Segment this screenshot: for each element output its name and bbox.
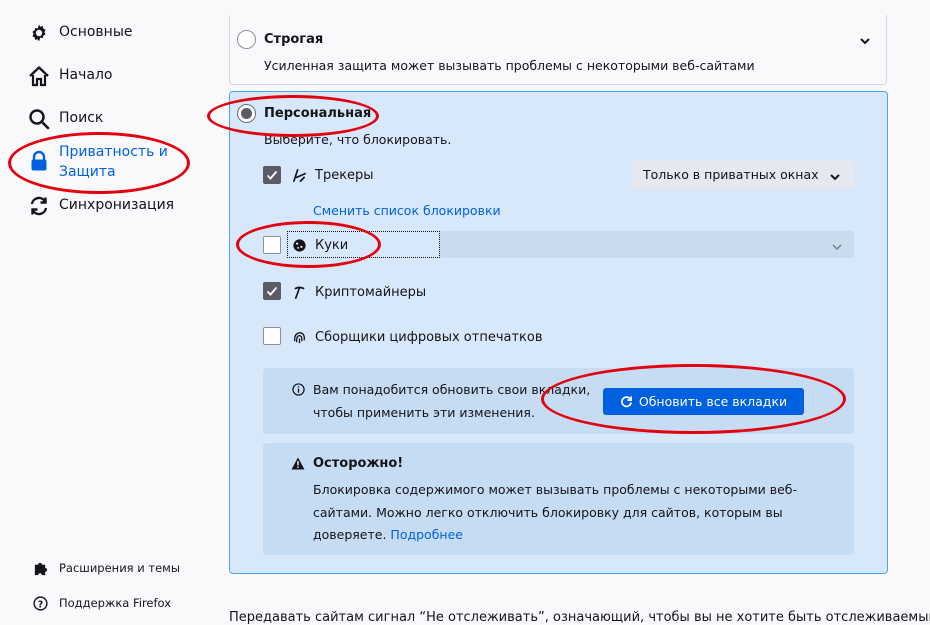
cookie-icon [291, 237, 307, 253]
cookies-label-row: Куки [291, 237, 348, 253]
strict-title: Строгая [264, 32, 324, 47]
info-icon [292, 383, 305, 400]
reload-icon [620, 395, 633, 408]
cookies-checkbox[interactable] [263, 236, 281, 254]
cryptominers-checkbox[interactable] [263, 282, 281, 300]
cryptominers-label: Криптомайнеры [315, 284, 427, 300]
chevron-down-icon[interactable] [860, 34, 870, 49]
pickaxe-icon [291, 284, 307, 300]
sidebar-footer-extensions[interactable]: Расширения и темы [32, 560, 180, 576]
lock-icon [28, 150, 50, 172]
chevron-down-icon [830, 169, 840, 184]
strict-radio[interactable] [237, 30, 256, 49]
cookies-label: Куки [315, 237, 349, 253]
chevron-down-icon [832, 240, 842, 255]
sidebar-item-label: Синхронизация [59, 197, 175, 213]
sidebar-item-search[interactable]: Поиск [28, 108, 103, 130]
fingerprinters-checkbox[interactable] [263, 327, 281, 345]
sidebar-footer-support[interactable]: ? Поддержка Firefox [32, 595, 171, 611]
custom-subtitle: Выберите, что блокировать. [264, 132, 452, 147]
sidebar-item-general[interactable]: Основные [28, 22, 133, 44]
sidebar-item-label: Начало [59, 67, 113, 83]
gear-icon [28, 22, 50, 44]
sidebar-item-sync[interactable]: Синхронизация [28, 195, 174, 217]
tracker-icon [291, 167, 307, 183]
search-icon [28, 108, 50, 130]
svg-text:?: ? [37, 599, 42, 610]
custom-title: Персональная [264, 106, 372, 121]
sidebar-item-label: Основные [59, 24, 133, 40]
warning-icon [291, 457, 305, 474]
strict-option-panel[interactable] [229, 15, 887, 85]
strict-description: Усиленная защита может вызывать проблемы… [264, 58, 755, 73]
cryptominers-label-row: Криптомайнеры [291, 284, 426, 300]
sync-icon [28, 195, 50, 217]
reload-notice-line1: Вам понадобится обновить свои вкладки, [313, 382, 591, 397]
fingerprinters-label-row: Сборщики цифровых отпечатков [291, 329, 543, 345]
warning-line3-row: доверяете. Подробнее [313, 524, 803, 547]
home-icon [28, 65, 50, 87]
change-blocklist-link[interactable]: Сменить список блокировки [313, 203, 501, 218]
custom-radio[interactable] [237, 104, 256, 123]
trackers-label: Трекеры [315, 167, 374, 183]
fingerprinters-label: Сборщики цифровых отпечатков [315, 329, 543, 345]
sidebar-item-privacy[interactable]: Приватность и Защита [28, 142, 168, 182]
cookies-select[interactable] [440, 231, 854, 258]
warning-line1: Блокировка содержимого может вызывать пр… [313, 482, 798, 497]
warning-text: Блокировка содержимого может вызывать пр… [313, 479, 803, 547]
reload-notice-line2: чтобы применить эти изменения. [313, 405, 535, 420]
trackers-label-row: Трекеры [291, 167, 374, 183]
warning-line2: сайтами. Можно легко отключить блокировк… [313, 504, 783, 520]
reload-button-label: Обновить все вкладки [638, 394, 788, 409]
reload-all-tabs-button[interactable]: Обновить все вкладки [603, 388, 804, 415]
trackers-select[interactable]: Только в приватных окнах [631, 160, 854, 189]
footer-label: Поддержка Firefox [59, 596, 172, 610]
warning-title: Осторожно! [313, 456, 404, 471]
sidebar-item-label: Приватность и Защита [59, 144, 168, 180]
trackers-select-value: Только в приватных окнах [643, 167, 819, 182]
trackers-checkbox[interactable] [263, 166, 281, 184]
footer-label: Расширения и темы [59, 561, 180, 575]
learn-more-link[interactable]: Подробнее [390, 527, 463, 542]
sidebar-item-label: Поиск [59, 110, 104, 126]
help-icon: ? [32, 595, 48, 611]
fingerprint-icon [291, 329, 307, 345]
sidebar: Основные Начало Поиск Приватность и Защи… [0, 0, 220, 623]
puzzle-icon [32, 560, 48, 576]
warning-line3: доверяете. [313, 527, 387, 542]
sidebar-item-home[interactable]: Начало [28, 65, 112, 87]
